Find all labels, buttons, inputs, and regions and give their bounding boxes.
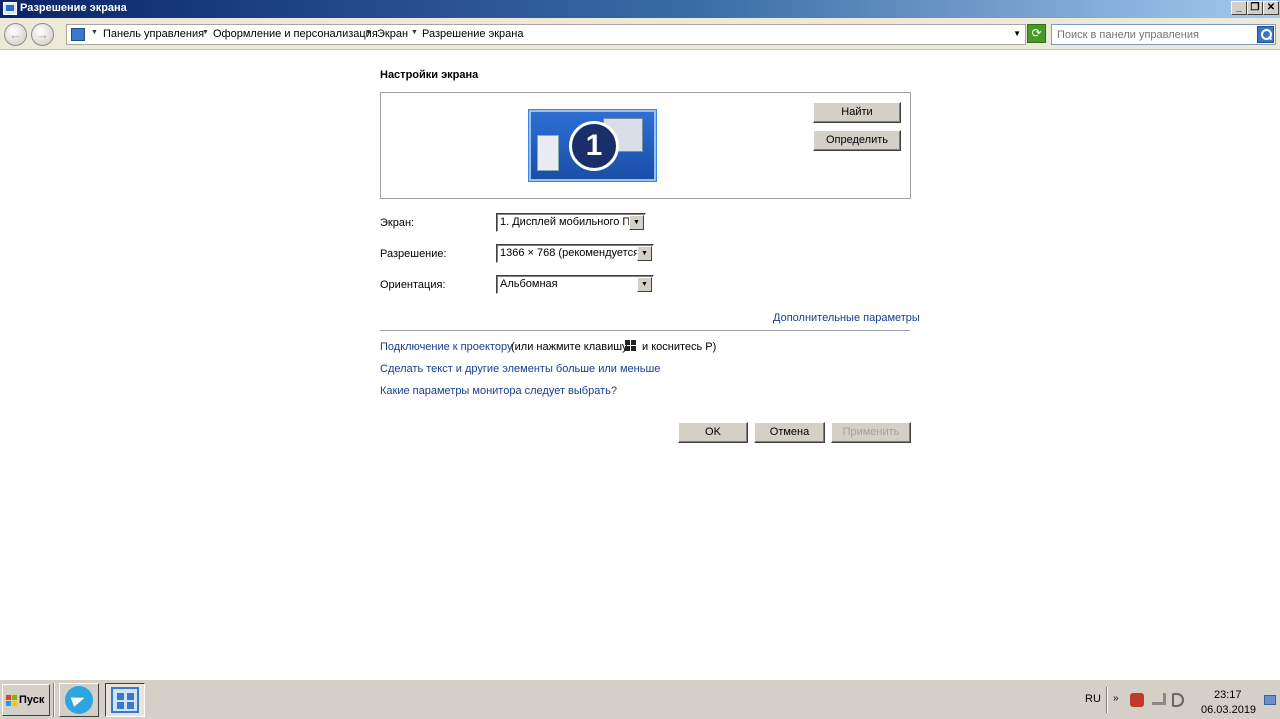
breadcrumb-arrow-icon[interactable]: ▼ [91, 29, 98, 36]
page-title: Настройки экрана [380, 69, 479, 81]
display-settings-icon [3, 2, 17, 15]
display-select[interactable]: 1. Дисплей мобильного ПК ▼ [496, 213, 646, 232]
network-signal-icon[interactable] [1152, 693, 1166, 705]
start-button[interactable]: Пуск [2, 684, 50, 716]
find-button[interactable]: Найти [813, 102, 901, 123]
tray-separator [1106, 687, 1108, 713]
search-icon[interactable] [1257, 26, 1274, 43]
window-title-bar[interactable]: Разрешение экрана _ ❐ ✕ [0, 0, 1280, 18]
orientation-label: Ориентация: [380, 279, 446, 291]
projector-hint-suffix: и коснитесь P) [642, 341, 717, 353]
projector-hint-text: (или нажмите клавишу [511, 341, 628, 353]
breadcrumb-arrow-icon[interactable]: ▼ [365, 29, 372, 36]
control-panel-icon [71, 28, 85, 41]
telegram-icon [65, 686, 93, 714]
apply-button[interactable]: Применить [831, 422, 911, 443]
system-tray: RU » 23:17 06.03.2019 [1080, 683, 1278, 717]
start-label: Пуск [19, 694, 45, 706]
breadcrumb-control-panel[interactable]: Панель управления [103, 28, 204, 40]
taskbar-separator [53, 683, 55, 717]
resolution-select[interactable]: 1366 × 768 (рекомендуется) ▼ [496, 244, 654, 263]
monitor-help-link[interactable]: Какие параметры монитора следует выбрать… [380, 385, 617, 397]
monitor-number: 1 [569, 121, 619, 171]
advanced-settings-link[interactable]: Дополнительные параметры [773, 312, 920, 324]
breadcrumb-arrow-icon[interactable]: ▼ [202, 29, 209, 36]
display-label: Экран: [380, 217, 415, 229]
breadcrumb-display[interactable]: Экран [377, 28, 408, 40]
taskbar: Пуск RU » 23:17 06.03.2019 [0, 679, 1280, 719]
volume-icon[interactable] [1172, 693, 1184, 707]
clock-time[interactable]: 23:17 [1214, 689, 1242, 701]
windows-key-icon [625, 340, 638, 352]
display-select-value: 1. Дисплей мобильного ПК [500, 216, 637, 228]
search-box[interactable] [1051, 24, 1276, 45]
security-shield-icon[interactable] [1130, 693, 1144, 707]
resolution-label: Разрешение: [380, 248, 447, 260]
projector-link[interactable]: Подключение к проектору [380, 341, 512, 353]
cancel-button[interactable]: Отмена [754, 422, 825, 443]
ok-button[interactable]: OK [678, 422, 748, 443]
search-input[interactable] [1057, 27, 1252, 42]
back-button[interactable]: ← [4, 23, 27, 46]
dropdown-arrow-icon[interactable]: ▼ [629, 215, 644, 230]
orientation-select-value: Альбомная [500, 278, 558, 290]
dropdown-arrow-icon[interactable]: ▼ [637, 277, 652, 292]
refresh-button[interactable]: ⟳ [1027, 24, 1046, 43]
taskbar-control-panel[interactable] [105, 683, 145, 717]
text-size-link[interactable]: Сделать текст и другие элементы больше и… [380, 363, 660, 375]
address-box[interactable]: ▼ Панель управления ▼ Оформление и персо… [66, 24, 1026, 45]
address-toolbar: ← → ▼ Панель управления ▼ Оформление и п… [0, 18, 1280, 50]
breadcrumb-screen-resolution[interactable]: Разрешение экрана [422, 28, 523, 40]
show-hidden-icons-chevron-icon[interactable]: » [1113, 693, 1119, 704]
monitor-window-icon [537, 135, 559, 171]
resolution-select-value: 1366 × 768 (рекомендуется) [500, 247, 643, 259]
breadcrumb-appearance[interactable]: Оформление и персонализация [213, 28, 378, 40]
address-history-dropdown-icon[interactable]: ▼ [1013, 29, 1021, 38]
show-desktop-icon[interactable] [1264, 695, 1276, 705]
clock-date[interactable]: 06.03.2019 [1201, 704, 1256, 716]
breadcrumb-arrow-icon[interactable]: ▼ [411, 29, 418, 36]
monitor-preview-panel: 1 Найти Определить [380, 92, 911, 199]
divider [380, 330, 910, 331]
identify-button[interactable]: Определить [813, 130, 901, 151]
dropdown-arrow-icon[interactable]: ▼ [637, 246, 652, 261]
close-button[interactable]: ✕ [1263, 1, 1279, 15]
control-panel-icon [111, 687, 139, 713]
taskbar-telegram[interactable] [59, 683, 99, 717]
monitor-1-thumbnail[interactable]: 1 [529, 110, 656, 181]
minimize-button[interactable]: _ [1231, 1, 1247, 15]
language-indicator[interactable]: RU [1085, 693, 1101, 705]
window-title: Разрешение экрана [20, 2, 127, 14]
restore-button[interactable]: ❐ [1247, 1, 1263, 15]
windows-logo-icon [6, 695, 18, 706]
forward-button[interactable]: → [31, 23, 54, 46]
orientation-select[interactable]: Альбомная ▼ [496, 275, 654, 294]
